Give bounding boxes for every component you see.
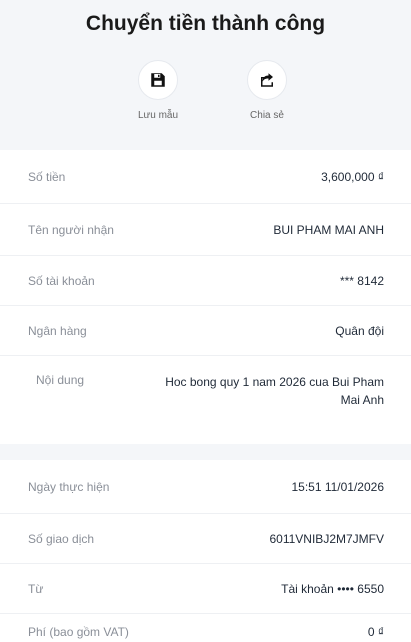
- detail-value: Quân đội: [335, 324, 384, 338]
- detail-value: 15:51 11/01/2026: [291, 480, 384, 494]
- page-title: Chuyển tiền thành công: [85, 12, 326, 35]
- detail-label: Số tiền: [28, 170, 66, 184]
- detail-row-account: Số tài khoản *** 8142: [0, 255, 411, 306]
- detail-row-transaction-id: Số giao dịch 6011VNIBJ2M7JMFV: [0, 513, 411, 564]
- share-icon: [247, 60, 287, 100]
- save-template-button[interactable]: Lưu mẫu: [113, 60, 203, 121]
- detail-label: Ngày thực hiện: [28, 480, 110, 494]
- detail-row-bank: Ngân hàng Quân đội: [0, 305, 411, 356]
- share-label: Chia sẻ: [250, 110, 284, 121]
- detail-label: Tên người nhận: [28, 223, 114, 237]
- detail-value: 3,600,000 ₫: [321, 170, 384, 184]
- detail-value: Tài khoản •••• 6550: [281, 582, 384, 596]
- detail-value: *** 8142: [339, 274, 384, 288]
- detail-value: 6011VNIBJ2M7JMFV: [269, 532, 385, 546]
- detail-value: 0 ₫: [367, 625, 384, 639]
- share-button[interactable]: Chia sẻ: [222, 60, 312, 121]
- detail-row-from: Từ Tài khoản •••• 6550: [0, 563, 411, 614]
- detail-row-content: Nội dung Hoc bong quy 1 nam 2026 cua Bui…: [0, 355, 411, 419]
- detail-row-amount: Số tiền 3,600,000 ₫: [0, 150, 411, 204]
- save-template-label: Lưu mẫu: [137, 110, 179, 121]
- detail-label: Phí (bao gồm VAT): [28, 625, 129, 639]
- detail-label: Từ: [28, 582, 44, 596]
- save-icon: [138, 60, 178, 100]
- detail-label: Ngân hàng: [28, 324, 87, 338]
- success-header: Chuyển tiền thành công Lưu mẫu Chia sẻ: [0, 0, 411, 150]
- detail-row-fee: Phí (bao gồm VAT) 0 ₫: [0, 613, 411, 642]
- detail-value: BUI PHAM MAI ANH: [273, 223, 384, 237]
- detail-row-date: Ngày thực hiện 15:51 11/01/2026: [0, 460, 411, 514]
- detail-row-recipient: Tên người nhận BUI PHAM MAI ANH: [0, 203, 411, 256]
- detail-label: Số giao dịch: [28, 532, 95, 546]
- detail-value: Hoc bong quy 1 nam 2026 cua Bui Pham Mai…: [165, 375, 384, 407]
- detail-label: Nội dung: [36, 373, 85, 387]
- section-divider: [0, 444, 411, 460]
- detail-label: Số tài khoản: [28, 274, 95, 288]
